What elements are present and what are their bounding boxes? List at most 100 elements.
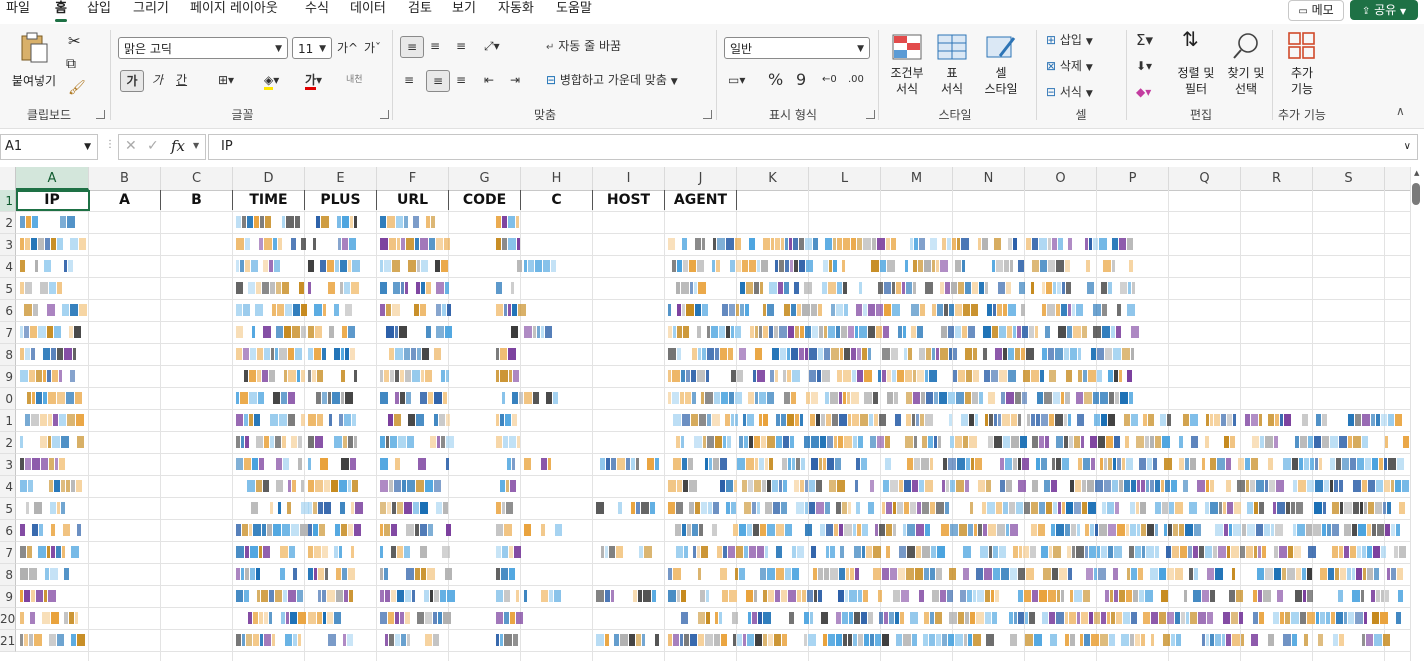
column-header-n[interactable]: N [953, 167, 1025, 190]
align-middle-icon[interactable]: ≡ [430, 36, 440, 56]
name-box[interactable]: A1 ▼ [0, 134, 98, 160]
row-header[interactable]: 7 [0, 542, 16, 564]
column-header-e[interactable]: E [305, 167, 377, 190]
vertical-scroll-thumb[interactable] [1412, 183, 1420, 205]
row-header[interactable]: 2 [0, 212, 16, 234]
header-cell-host[interactable]: HOST [593, 190, 665, 210]
row-header[interactable]: 6 [0, 520, 16, 542]
column-header-a[interactable]: A [16, 167, 89, 190]
menu-file[interactable]: 파일 [6, 0, 30, 18]
align-right-icon[interactable]: ≡ [456, 70, 466, 90]
clipboard-dialog-launcher[interactable] [96, 110, 105, 119]
menu-home[interactable]: 홈 [55, 0, 67, 22]
decrease-decimal-icon[interactable]: .00 [848, 70, 864, 90]
column-header-q[interactable]: Q [1169, 167, 1241, 190]
add-ins-button[interactable]: 추가 기능 [1280, 32, 1324, 102]
format-painter-icon[interactable]: 🖌 [68, 80, 86, 96]
column-header-b[interactable]: B [89, 167, 161, 190]
phonetic-button[interactable]: 내천 [346, 70, 363, 90]
fill-icon[interactable]: ⬇▾ [1136, 56, 1152, 76]
header-cell-url[interactable]: URL [377, 190, 449, 210]
header-cell-agent[interactable]: AGENT [665, 190, 737, 210]
menu-review[interactable]: 검토 [408, 0, 432, 18]
column-header-k[interactable]: K [737, 167, 809, 190]
accounting-format-icon[interactable]: ▭▾ [728, 70, 745, 90]
row-header[interactable]: 9 [0, 366, 16, 388]
column-header-c[interactable]: C [161, 167, 233, 190]
column-header-h[interactable]: H [521, 167, 593, 190]
wrap-text-button[interactable]: ↵ 자동 줄 바꿈 [546, 36, 621, 58]
header-cell-time[interactable]: TIME [233, 190, 305, 210]
select-all-corner[interactable] [0, 167, 16, 190]
row-header[interactable]: 1 [0, 190, 16, 212]
menu-formulas[interactable]: 수식 [305, 0, 329, 18]
paste-button[interactable]: 붙여넣기 [8, 32, 60, 94]
font-name-select[interactable]: 맑은 고딕 ▼ [118, 37, 288, 59]
column-header-r[interactable]: R [1241, 167, 1313, 190]
align-bottom-icon[interactable]: ≡ [456, 36, 466, 56]
bold-button[interactable]: 가 [120, 70, 144, 92]
alignment-dialog-launcher[interactable] [703, 110, 712, 119]
header-cell-a[interactable]: A [89, 190, 161, 210]
orientation-icon[interactable]: ⤢▾ [484, 36, 500, 56]
insert-function-button[interactable]: fx [171, 137, 185, 155]
column-header-g[interactable]: G [449, 167, 521, 190]
cancel-icon[interactable]: ✕ [125, 138, 137, 154]
column-header-i[interactable]: I [593, 167, 665, 190]
column-header-p[interactable]: P [1097, 167, 1169, 190]
row-header[interactable]: 6 [0, 300, 16, 322]
insert-cells-button[interactable]: ⊞ 삽입 ▼ [1046, 30, 1093, 52]
grow-font-button[interactable]: 가^ [337, 38, 358, 58]
column-header-j[interactable]: J [665, 167, 737, 190]
number-dialog-launcher[interactable] [866, 110, 875, 119]
formula-input[interactable]: IP ∨ [208, 134, 1418, 160]
menu-data[interactable]: 데이터 [350, 0, 386, 18]
row-header[interactable]: 20 [0, 608, 16, 630]
shrink-font-button[interactable]: 가ˇ [364, 38, 381, 58]
row-header[interactable]: 8 [0, 344, 16, 366]
find-select-button[interactable]: 찾기 및 선택 [1222, 32, 1270, 102]
row-header[interactable]: 8 [0, 564, 16, 586]
row-header[interactable]: 5 [0, 278, 16, 300]
delete-cells-button[interactable]: ⊠ 삭제 ▼ [1046, 56, 1093, 78]
row-header[interactable]: 2 [0, 432, 16, 454]
font-dialog-launcher[interactable] [380, 110, 389, 119]
menu-help[interactable]: 도움말 [556, 0, 592, 18]
menu-view[interactable]: 보기 [452, 0, 476, 18]
column-header-f[interactable]: F [377, 167, 449, 190]
font-color-button[interactable]: 가▾ [305, 70, 322, 90]
row-header[interactable]: 21 [0, 630, 16, 652]
row-header[interactable]: 5 [0, 498, 16, 520]
column-header-s[interactable]: S [1313, 167, 1385, 190]
column-header-d[interactable]: D [233, 167, 305, 190]
more-options-icon[interactable]: ⋮ [105, 139, 115, 150]
column-header-o[interactable]: O [1025, 167, 1097, 190]
format-cells-button[interactable]: ⊟ 서식 ▼ [1046, 82, 1093, 104]
menu-page-layout[interactable]: 페이지 레이아웃 [190, 0, 278, 18]
row-header[interactable]: 3 [0, 454, 16, 476]
align-left-icon[interactable]: ≡ [404, 70, 414, 90]
column-header-m[interactable]: M [881, 167, 953, 190]
column-header-l[interactable]: L [809, 167, 881, 190]
header-cell-plus[interactable]: PLUS [305, 190, 377, 210]
menu-draw[interactable]: 그리기 [133, 0, 169, 18]
expand-formula-icon[interactable]: ∨ [1404, 135, 1411, 159]
underline-button[interactable]: 간 [176, 70, 187, 90]
sort-filter-button[interactable]: ⇅ 정렬 및 필터 [1172, 29, 1220, 102]
row-header[interactable]: 0 [0, 388, 16, 410]
align-top-icon[interactable]: ≡ [400, 36, 424, 58]
copy-icon[interactable]: ⧉ [66, 56, 76, 72]
menu-automate[interactable]: 자동화 [498, 0, 534, 18]
clear-icon[interactable]: ◆▾ [1136, 82, 1151, 102]
align-center-icon[interactable]: ≡ [426, 70, 450, 92]
row-header[interactable]: 1 [0, 410, 16, 432]
borders-icon[interactable]: ⊞▾ [218, 70, 234, 90]
conditional-formatting-button[interactable]: 조건부 서식 [886, 32, 928, 102]
header-cell-b[interactable]: B [161, 190, 233, 210]
row-header[interactable]: 7 [0, 322, 16, 344]
worksheet-grid[interactable]: ABCDEFGHIJKLMNOPQRS 12345678901234567892… [0, 167, 1410, 661]
italic-button[interactable]: 가 [152, 70, 163, 90]
row-header[interactable]: 9 [0, 586, 16, 608]
share-button[interactable]: ⇪ 공유 ▼ [1350, 0, 1418, 20]
header-cell-code[interactable]: CODE [449, 190, 521, 210]
